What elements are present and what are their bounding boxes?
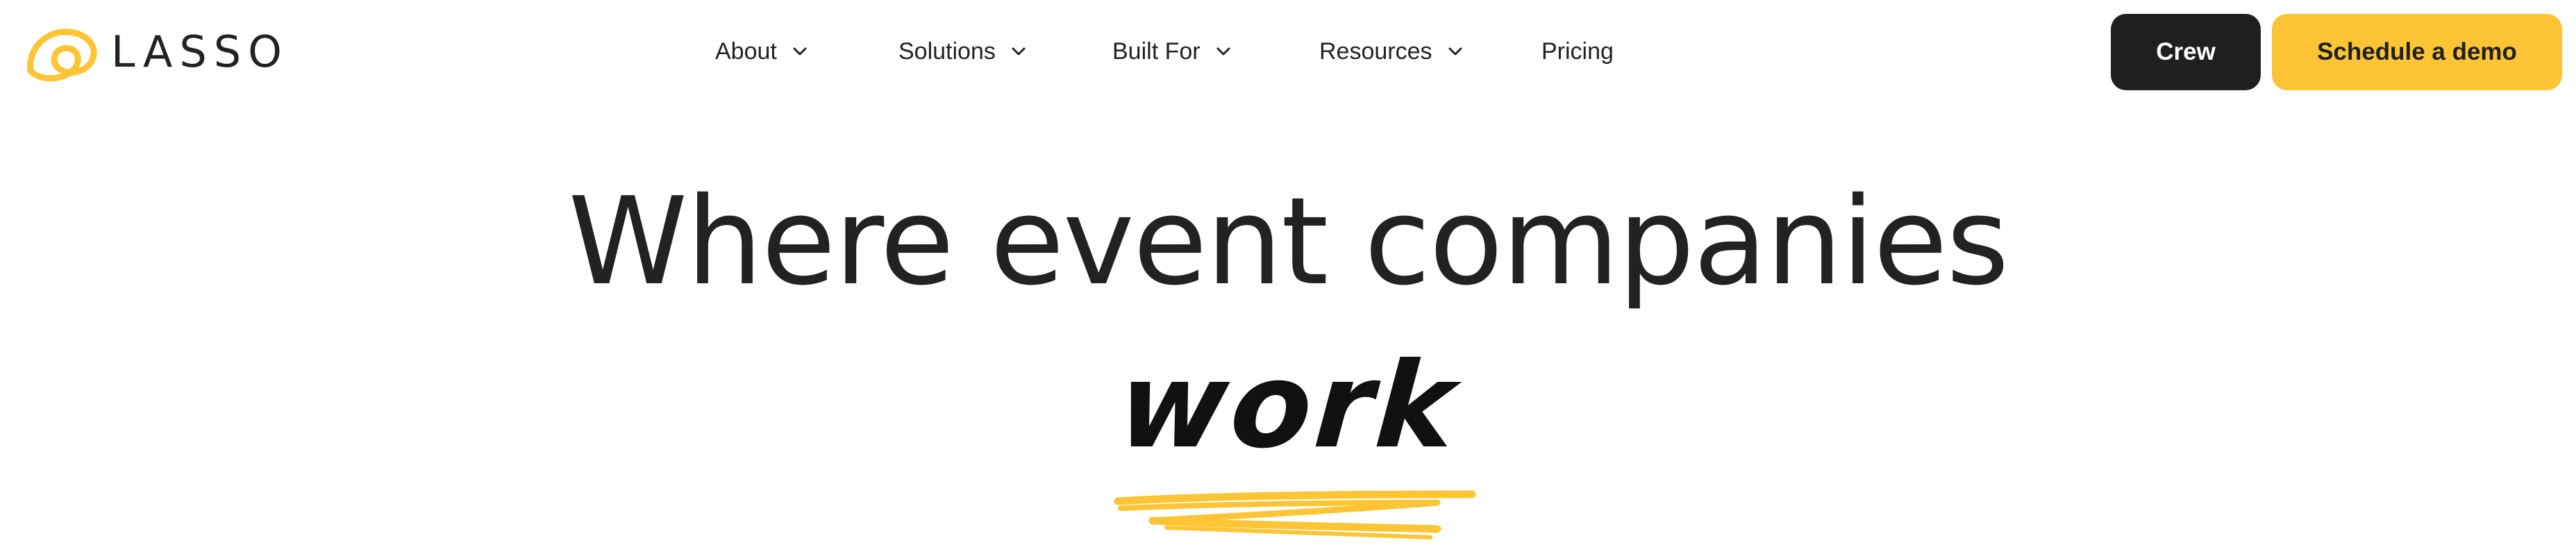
page: LASSO About Solutions Built For Resource… [0, 0, 2576, 554]
nav-item-pricing[interactable]: Pricing [1541, 33, 1614, 69]
nav-item-label: About [715, 37, 777, 65]
crew-button[interactable]: Crew [2111, 14, 2261, 90]
nav-item-label: Solutions [898, 37, 996, 65]
hero-accent-word: work [1114, 337, 1462, 475]
nav-item-about[interactable]: About [715, 33, 809, 69]
hero-title: Where event companies [568, 171, 2009, 312]
chevron-down-icon [1216, 47, 1230, 56]
nav-item-label: Pricing [1541, 37, 1614, 65]
chevron-down-icon [793, 47, 807, 56]
nav-item-resources[interactable]: Resources [1319, 33, 1464, 69]
nav-item-solutions[interactable]: Solutions [898, 33, 1028, 69]
site-header: LASSO About Solutions Built For Resource… [0, 0, 2576, 104]
brush-underline-graphic [1114, 490, 1476, 539]
nav-item-built-for[interactable]: Built For [1112, 33, 1232, 69]
chevron-down-icon [1012, 47, 1026, 56]
schedule-demo-button[interactable]: Schedule a demo [2272, 14, 2562, 90]
nav-item-label: Built For [1112, 37, 1201, 65]
chevron-down-icon [1448, 47, 1462, 56]
nav-item-label: Resources [1319, 37, 1432, 65]
